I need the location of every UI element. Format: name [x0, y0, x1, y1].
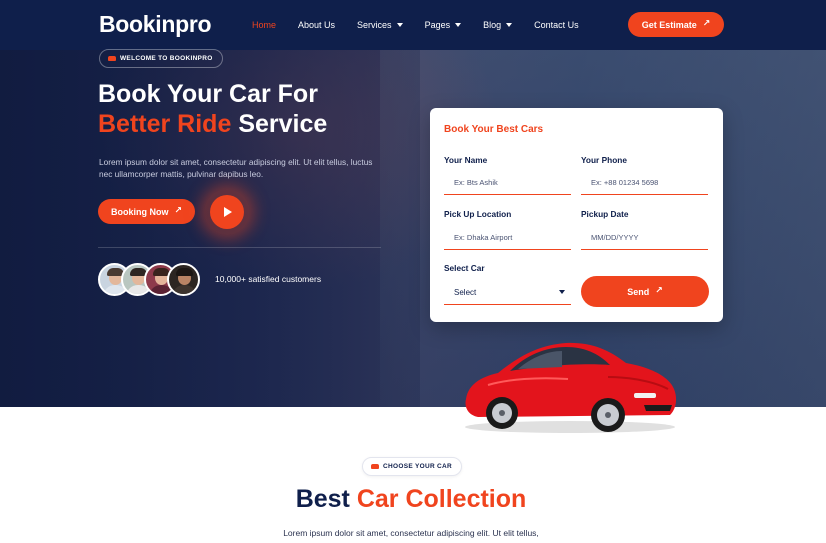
collection-description: Lorem ipsum dolor sit amet, consectetur …: [283, 528, 539, 538]
navbar: Bookinpro Home About Us Services Pages B…: [0, 0, 826, 50]
welcome-badge: WELCOME TO BOOKINPRO: [99, 49, 223, 68]
hero-title-rest: Service: [231, 110, 328, 138]
nav-blog-label: Blog: [483, 20, 502, 30]
nav-contact-us[interactable]: Contact Us: [534, 20, 579, 30]
collection-title-plain: Best: [295, 485, 357, 513]
chevron-down-icon: [455, 23, 462, 27]
satisfied-customers-text: 10,000+ satisfied customers: [215, 274, 322, 284]
pickup-date-input[interactable]: [581, 226, 708, 250]
caret-down-icon: [559, 290, 565, 294]
main-menu: Home About Us Services Pages Blog Contac…: [252, 0, 601, 50]
welcome-badge-text: WELCOME TO BOOKINPRO: [120, 55, 213, 62]
car-icon: [371, 464, 379, 469]
get-estimate-button[interactable]: Get Estimate ↗: [628, 12, 724, 37]
send-button[interactable]: Send ↗: [581, 276, 709, 307]
hero-description: Lorem ipsum dolor sit amet, consectetur …: [99, 157, 373, 179]
hero-title-line1: Book Your Car For: [98, 80, 318, 108]
hero-title: Book Your Car For Better Ride Service: [98, 79, 327, 139]
nav-contact-label: Contact Us: [534, 20, 579, 30]
arrow-up-right-icon: ↗: [174, 205, 183, 215]
play-icon: [224, 207, 232, 217]
arrow-up-right-icon: ↗: [702, 18, 711, 28]
nav-home-label: Home: [252, 20, 277, 30]
collection-title: Best Car Collection: [0, 485, 822, 514]
select-car-dropdown[interactable]: Select: [444, 280, 571, 305]
play-video-button[interactable]: [210, 195, 244, 229]
red-sports-car-image: [465, 342, 677, 433]
nav-blog[interactable]: Blog: [483, 20, 513, 30]
avatar: [167, 263, 200, 296]
select-car-label: Select Car: [444, 263, 485, 273]
chevron-down-icon: [506, 23, 513, 27]
nav-about-label: About Us: [298, 20, 336, 30]
arrow-up-right-icon: ↗: [655, 285, 663, 295]
hero-title-accent: Better Ride: [98, 110, 232, 138]
choose-car-badge: CHOOSE YOUR CAR: [362, 457, 463, 476]
nav-services[interactable]: Services: [357, 20, 403, 30]
nav-services-label: Services: [357, 20, 392, 30]
choose-car-badge-text: CHOOSE YOUR CAR: [383, 463, 453, 470]
pickup-date-label: Pickup Date: [581, 209, 629, 219]
car-icon: [108, 56, 116, 61]
booking-now-button[interactable]: Booking Now ↗: [98, 199, 195, 224]
chevron-down-icon: [396, 23, 403, 27]
phone-input[interactable]: [581, 171, 708, 195]
select-car-value: Select: [454, 287, 477, 297]
collection-title-accent: Car Collection: [356, 485, 527, 513]
form-title: Book Your Best Cars: [444, 124, 544, 135]
booking-now-label: Booking Now: [110, 206, 169, 217]
hero-divider: [98, 247, 381, 248]
nav-pages[interactable]: Pages: [425, 20, 462, 30]
pickup-location-input[interactable]: [444, 226, 571, 250]
logo[interactable]: Bookinpro: [99, 11, 212, 38]
booking-form: Book Your Best Cars Your Name Your Phone…: [430, 108, 723, 322]
nav-pages-label: Pages: [424, 20, 451, 30]
hero-title-line2: Better Ride Service: [98, 109, 327, 139]
name-label: Your Name: [444, 155, 488, 165]
send-label: Send: [627, 286, 650, 297]
nav-home[interactable]: Home: [252, 20, 276, 30]
phone-label: Your Phone: [581, 155, 627, 165]
name-input[interactable]: [444, 171, 571, 195]
pickup-location-label: Pick Up Location: [444, 209, 512, 219]
get-estimate-label: Get Estimate: [641, 19, 697, 30]
nav-about-us[interactable]: About Us: [298, 20, 335, 30]
avatar-hair: [176, 268, 193, 276]
